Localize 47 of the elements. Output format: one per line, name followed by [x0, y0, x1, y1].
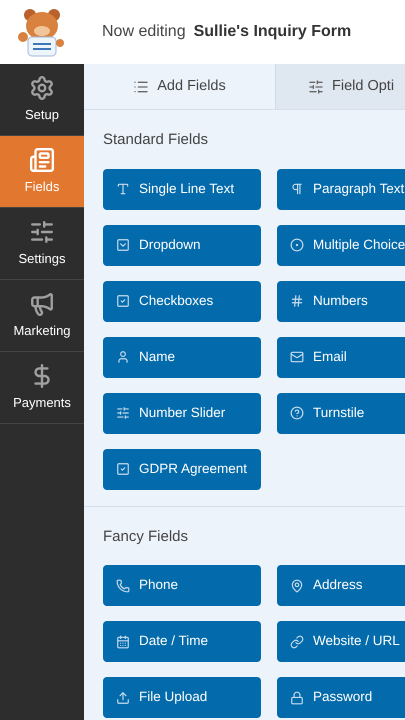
section-title: Fancy Fields: [103, 526, 190, 546]
field-button[interactable]: Turnstile: [277, 392, 405, 434]
field-button[interactable]: GDPR Agreement: [103, 448, 261, 490]
sidebar-item[interactable]: Payments: [0, 352, 84, 424]
dropdown-icon: [116, 238, 130, 252]
hash-icon: [290, 294, 304, 308]
field-button[interactable]: Paragraph Text: [277, 168, 405, 210]
sliders-icon: [29, 218, 55, 245]
field-button[interactable]: Name: [103, 336, 261, 378]
pin-icon: [290, 578, 304, 592]
field-button[interactable]: Date / Time: [103, 621, 261, 662]
question-icon: [290, 406, 304, 420]
phone-icon: [116, 578, 130, 592]
form-name: Sullie's Inquiry Form: [194, 22, 352, 42]
megaphone-icon: [29, 290, 55, 317]
upload-icon: [116, 690, 130, 704]
checkbox-icon: [116, 462, 130, 476]
paragraph-icon: [290, 182, 304, 196]
field-button[interactable]: Checkboxes: [103, 280, 261, 322]
section-title: Standard Fields: [103, 130, 210, 150]
field-button[interactable]: Dropdown: [103, 224, 261, 266]
field-button[interactable]: Number Slider: [103, 392, 261, 434]
field-button[interactable]: Single Line Text: [103, 168, 261, 210]
field-button[interactable]: File Upload: [103, 677, 261, 718]
sidebar-item[interactable]: Settings: [0, 208, 84, 280]
now-editing-label: Now editing: [102, 22, 186, 42]
tab[interactable]: Field Opti: [275, 64, 405, 109]
checkbox-icon: [116, 294, 130, 308]
envelope-icon: [290, 350, 304, 364]
field-button[interactable]: Numbers: [277, 280, 405, 322]
lock-icon: [290, 690, 304, 704]
person-icon: [116, 350, 130, 364]
field-button[interactable]: Password: [277, 677, 405, 718]
calendar-icon: [116, 634, 130, 648]
sidebar-item[interactable]: Marketing: [0, 280, 84, 352]
radio-icon: [290, 238, 304, 252]
sidebar-item[interactable]: Fields: [0, 136, 84, 208]
sliders-icon: [308, 78, 324, 94]
field-button[interactable]: Phone: [103, 565, 261, 606]
field-button[interactable]: Website / URL: [277, 621, 405, 662]
field-button[interactable]: Email: [277, 336, 405, 378]
sliders-icon: [116, 406, 130, 420]
link-icon: [290, 634, 304, 648]
field-button[interactable]: Multiple Choice: [277, 224, 405, 266]
settings-icon: [29, 74, 55, 101]
field-button[interactable]: Address: [277, 565, 405, 606]
text-icon: [116, 182, 130, 196]
